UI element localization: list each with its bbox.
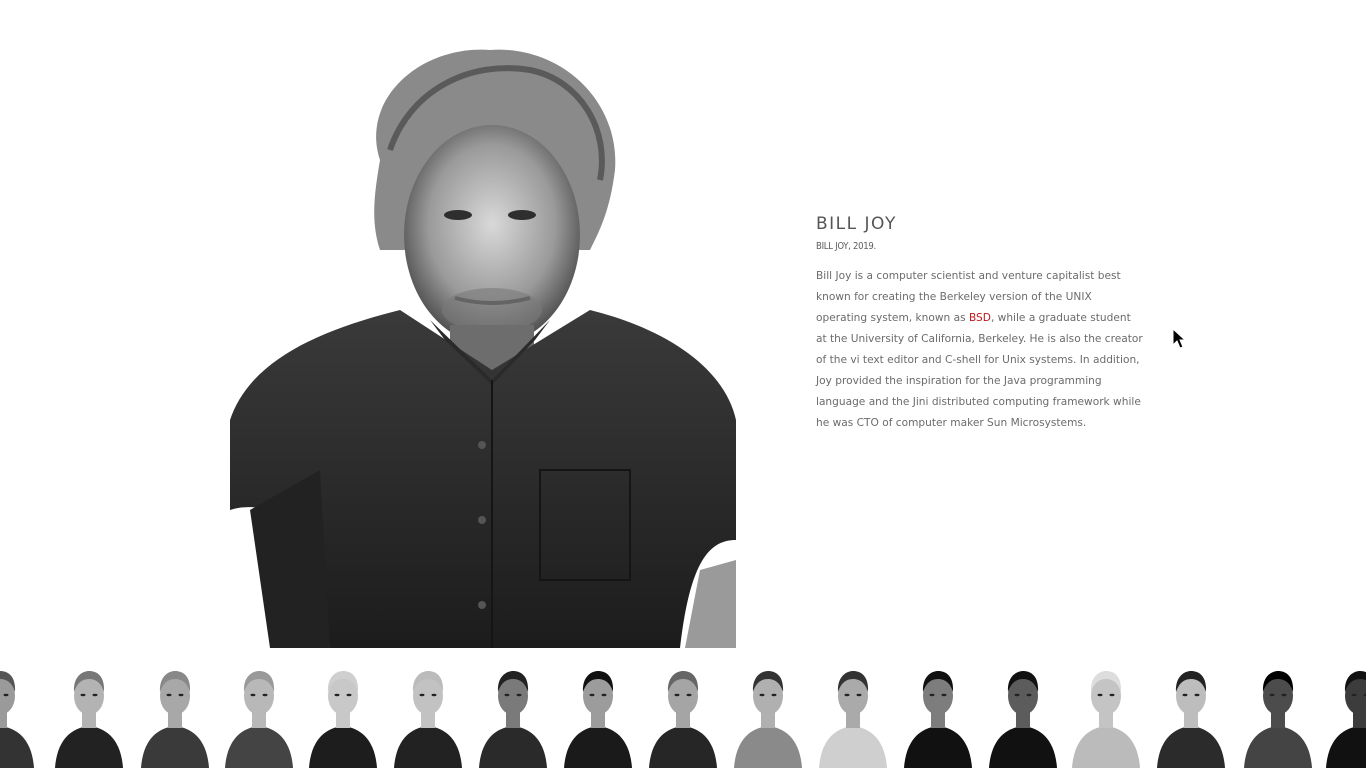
thumbnail-image [55, 671, 123, 768]
bio-text-part-2: , while a graduate student at the Univer… [816, 312, 1143, 429]
thumbnail-image [1244, 671, 1312, 768]
portrait-thumbnail[interactable] [137, 662, 213, 768]
thumbnail-image [309, 671, 377, 768]
featured-portrait-image [230, 40, 736, 648]
photo-caption: BILL JOY, 2019. [816, 241, 876, 252]
person-name: BILL JOY [816, 214, 897, 234]
portrait-thumbnail[interactable] [900, 662, 976, 768]
portrait-thumbnail[interactable] [390, 662, 466, 768]
gallery-page: BILL JOY BILL JOY, 2019. Bill Joy is a c… [0, 0, 1366, 768]
thumbnail-image [904, 671, 972, 768]
thumbnail-image [1157, 671, 1225, 768]
portrait-thumbnail[interactable] [560, 662, 636, 768]
thumbnail-image [225, 671, 293, 768]
portrait-thumbnail[interactable] [645, 662, 721, 768]
thumbnail-image [1072, 671, 1140, 768]
portrait-thumbnail[interactable] [1068, 662, 1144, 768]
portrait-thumbnail[interactable] [1322, 662, 1366, 768]
portrait-thumbnail[interactable] [305, 662, 381, 768]
portrait-thumbnail[interactable] [985, 662, 1061, 768]
thumbnail-image [141, 671, 209, 768]
thumbnail-image [989, 671, 1057, 768]
bio-text: Bill Joy is a computer scientist and ven… [816, 266, 1144, 434]
thumbnail-image [819, 671, 887, 768]
portrait-thumbnail[interactable] [51, 662, 127, 768]
thumbnail-image [734, 671, 802, 768]
portrait-thumbnail[interactable] [0, 662, 38, 768]
thumbnail-image [564, 671, 632, 768]
thumbnail-image [479, 671, 547, 768]
bio-section: BILL JOY BILL JOY, 2019. Bill Joy is a c… [816, 212, 1146, 434]
portrait-thumbnail[interactable] [475, 662, 551, 768]
thumbnail-image [1326, 671, 1366, 768]
mouse-pointer-icon [1172, 328, 1186, 349]
portrait-thumbnail[interactable] [815, 662, 891, 768]
portrait-thumbnail[interactable] [1153, 662, 1229, 768]
thumbnail-image [394, 671, 462, 768]
portrait-thumbnail-strip [0, 662, 1366, 768]
portrait-thumbnail[interactable] [730, 662, 806, 768]
portrait-thumbnail[interactable] [1240, 662, 1316, 768]
thumbnail-image [649, 671, 717, 768]
portrait-thumbnail[interactable] [221, 662, 297, 768]
bsd-link[interactable]: BSD [969, 312, 991, 324]
thumbnail-image [0, 671, 34, 768]
